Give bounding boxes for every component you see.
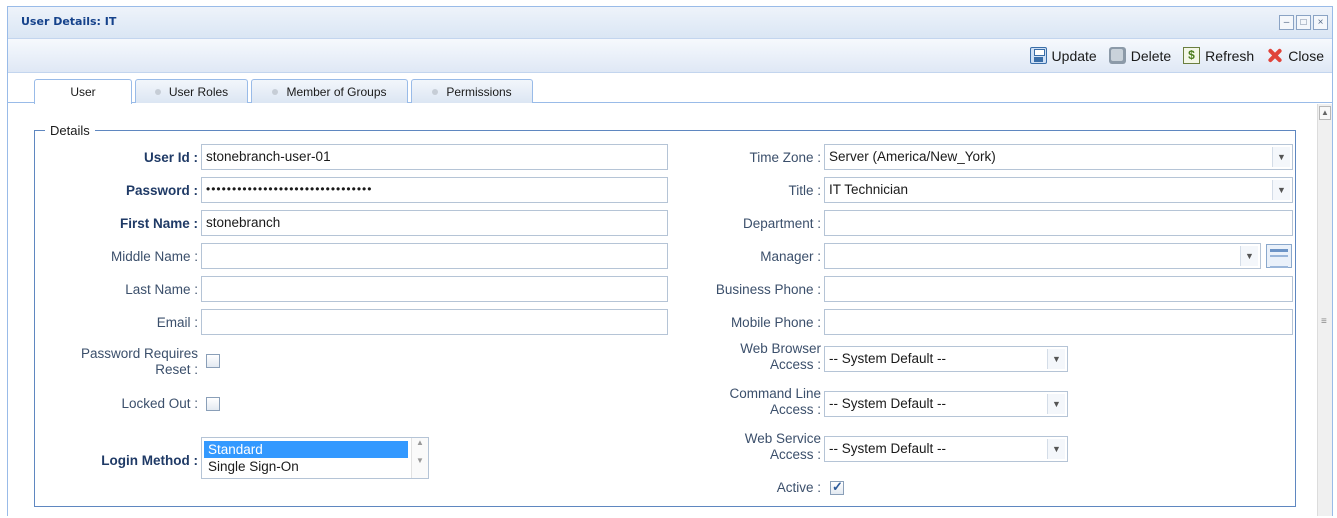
password-input[interactable]: •••••••••••••••••••••••••••••••• [201, 177, 668, 203]
web-service-access-label-line1: Web Service [744, 431, 821, 446]
web-browser-access-label-line1: Web Browser [740, 341, 821, 356]
details-legend: Details [50, 123, 90, 138]
tab-label: Member of Groups [286, 84, 387, 99]
close-button[interactable]: Close [1266, 47, 1324, 64]
minimize-icon[interactable]: – [1279, 15, 1294, 30]
user-details-window: User Details: IT – □ × Update Delete Ref… [7, 6, 1333, 516]
web-browser-access-select[interactable]: -- System Default -- ▼ [824, 346, 1068, 372]
tab-dot-icon [154, 88, 161, 95]
web-service-access-label-line2: Access : [769, 447, 821, 462]
tab-user-roles[interactable]: User Roles [135, 79, 248, 103]
refresh-label: Refresh [1205, 47, 1255, 64]
web-browser-access-label: Web Browser Access : [648, 341, 821, 373]
scroll-grip-icon[interactable]: ≡ [1321, 316, 1327, 327]
email-input[interactable] [201, 309, 668, 335]
password-label: Password : [125, 183, 198, 198]
window-title: User Details: IT [21, 15, 117, 28]
refresh-button[interactable]: Refresh [1183, 47, 1254, 64]
close-label: Close [1288, 47, 1324, 64]
delete-label: Delete [1130, 47, 1172, 64]
manager-select[interactable]: ▼ [824, 243, 1261, 269]
chevron-down-icon[interactable]: ▼ [1047, 439, 1065, 459]
middle-name-label: Middle Name : [110, 249, 198, 264]
user-id-label: User Id : [143, 150, 198, 165]
save-icon [1029, 47, 1047, 64]
department-input[interactable] [824, 210, 1293, 236]
chevron-down-icon[interactable]: ▼ [1240, 246, 1258, 266]
mobile-phone-input[interactable] [824, 309, 1293, 335]
login-method-label: Login Method : [101, 453, 198, 468]
password-reset-label: Password Requires Reset : [38, 346, 198, 378]
scroll-up-icon[interactable]: ▲ [1319, 106, 1331, 120]
web-service-access-select[interactable]: -- System Default -- ▼ [824, 436, 1068, 462]
command-line-access-value: -- System Default -- [829, 396, 947, 411]
web-service-access-value: -- System Default -- [829, 441, 947, 456]
window-controls: – □ × [1279, 15, 1328, 30]
command-line-access-label: Command Line Access : [648, 386, 821, 418]
delete-icon [1108, 47, 1126, 64]
manager-lookup-icon[interactable] [1266, 244, 1292, 268]
command-line-access-label-line2: Access : [769, 402, 821, 417]
active-checkbox[interactable] [830, 479, 844, 495]
first-name-label: First Name : [119, 216, 198, 231]
web-browser-access-label-line2: Access : [769, 357, 821, 372]
password-reset-label-line1: Password Requires [80, 346, 198, 361]
close-window-icon[interactable]: × [1313, 15, 1328, 30]
chevron-down-icon[interactable]: ▼ [1272, 147, 1290, 167]
title-label: Title : [788, 183, 821, 198]
locked-out-label: Locked Out : [121, 396, 198, 411]
web-browser-access-value: -- System Default -- [829, 351, 947, 366]
tab-label: User [70, 85, 96, 99]
delete-button[interactable]: Delete [1108, 47, 1172, 64]
first-name-input[interactable]: stonebranch [201, 210, 668, 236]
user-tab-content: Details User Id : stonebranch-user-01 Pa… [8, 104, 1318, 516]
locked-out-checkbox[interactable] [206, 397, 220, 411]
refresh-icon [1183, 47, 1201, 64]
tab-dot-icon [432, 88, 439, 95]
mobile-phone-label: Mobile Phone : [730, 315, 821, 330]
tab-dot-icon [272, 88, 279, 95]
chevron-down-icon[interactable]: ▼ [1272, 180, 1290, 200]
password-reset-checkbox[interactable] [206, 354, 220, 368]
title-value: IT Technician [829, 182, 909, 197]
user-id-input[interactable]: stonebranch-user-01 [201, 144, 668, 170]
command-line-access-select[interactable]: -- System Default -- ▼ [824, 391, 1068, 417]
close-icon [1266, 47, 1283, 64]
update-button[interactable]: Update [1029, 47, 1097, 64]
listbox-scrollbar[interactable]: ▲ ▼ [411, 438, 428, 478]
time-zone-value: Server (America/New_York) [829, 149, 996, 164]
vertical-scrollbar[interactable]: ▲ ≡ [1317, 104, 1332, 516]
tab-member-of-groups[interactable]: Member of Groups [251, 79, 408, 103]
password-reset-label-line2: Reset : [155, 362, 198, 377]
manager-label: Manager : [760, 249, 821, 264]
tab-permissions[interactable]: Permissions [411, 79, 533, 103]
command-line-access-label-line1: Command Line [729, 386, 821, 401]
chevron-down-icon[interactable]: ▼ [1047, 394, 1065, 414]
login-method-listbox[interactable]: Standard Single Sign-On ▲ ▼ [201, 437, 429, 479]
login-method-option-standard[interactable]: Standard [204, 441, 408, 458]
toolbar: Update Delete Refresh Close [8, 39, 1332, 73]
chevron-down-icon[interactable]: ▼ [1047, 349, 1065, 369]
tab-label: User Roles [168, 84, 229, 99]
time-zone-select[interactable]: Server (America/New_York) ▼ [824, 144, 1293, 170]
middle-name-input[interactable] [201, 243, 668, 269]
window-titlebar: User Details: IT – □ × [8, 7, 1332, 39]
web-service-access-label: Web Service Access : [648, 431, 821, 463]
login-method-option-sso[interactable]: Single Sign-On [204, 458, 408, 475]
time-zone-label: Time Zone : [749, 150, 821, 165]
department-label: Department : [742, 216, 821, 231]
tab-strip: User User Roles Member of Groups Permiss… [8, 73, 1332, 104]
title-select[interactable]: IT Technician ▼ [824, 177, 1293, 203]
email-label: Email : [156, 315, 198, 330]
business-phone-input[interactable] [824, 276, 1293, 302]
last-name-input[interactable] [201, 276, 668, 302]
update-label: Update [1051, 47, 1097, 64]
tab-user[interactable]: User [34, 79, 132, 104]
active-label: Active : [776, 480, 821, 495]
maximize-icon[interactable]: □ [1296, 15, 1311, 30]
business-phone-label: Business Phone : [715, 282, 821, 297]
last-name-label: Last Name : [125, 282, 198, 297]
tab-label: Permissions [446, 84, 512, 99]
